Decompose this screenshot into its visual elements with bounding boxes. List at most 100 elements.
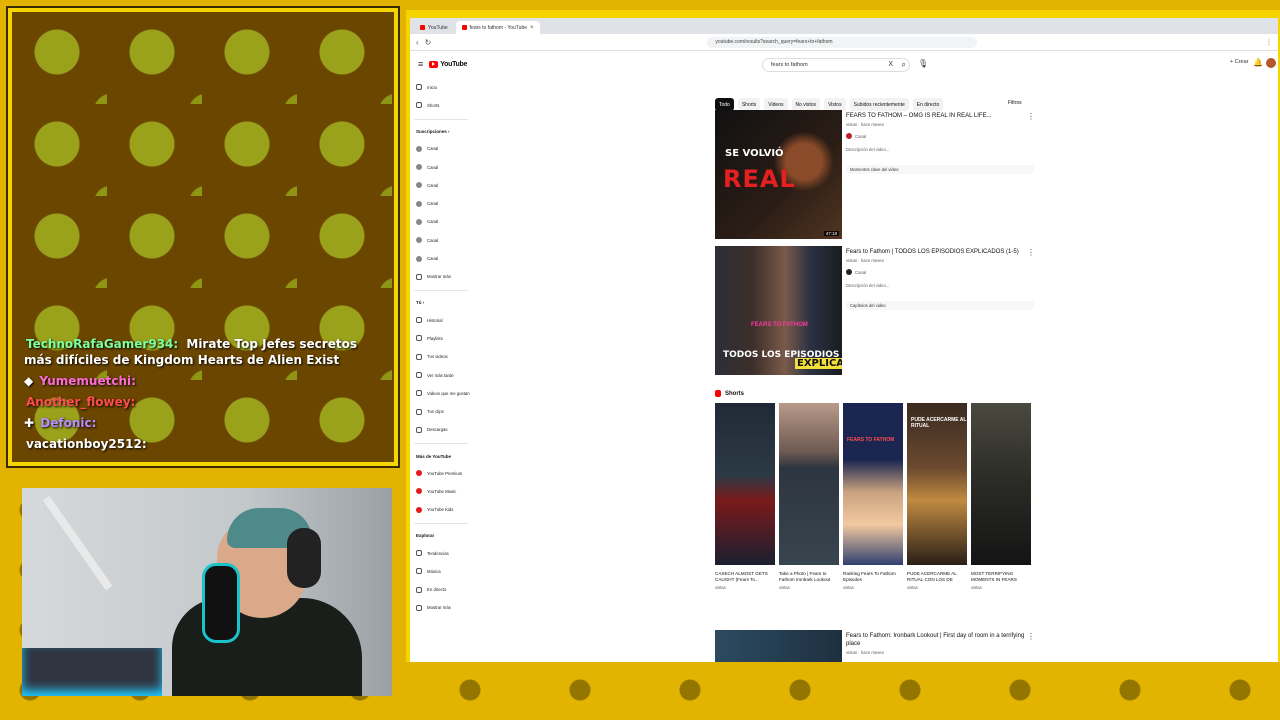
sidebar-item-your-videos[interactable]: Tus videos xyxy=(414,348,468,366)
short-title[interactable]: PUDE ACERCARME AL RITUAL CON LOS DE LA..… xyxy=(907,571,967,583)
filters-button[interactable]: Filtros xyxy=(1008,100,1022,106)
more-options-icon[interactable]: ⋮ xyxy=(1027,248,1035,257)
short-thumbnail[interactable] xyxy=(971,403,1031,565)
youtube-favicon-icon xyxy=(461,25,467,30)
short-item[interactable]: FEARS TO FATHOM Ranking Fears To Fathom … xyxy=(843,403,903,590)
sidebar-item-trending[interactable]: Tendencias xyxy=(414,544,468,562)
sidebar-item-home[interactable]: Inicio xyxy=(414,78,468,96)
chip-recently-uploaded[interactable]: Subidos recientemente xyxy=(849,98,909,111)
avatar[interactable] xyxy=(1266,58,1276,68)
video-title[interactable]: Fears to Fathom | TODOS LOS EPISODIOS EX… xyxy=(846,248,1034,256)
short-thumbnail[interactable]: PUDE ACERCARME AL RITUAL xyxy=(907,403,967,565)
short-title[interactable]: CASECH ALMOST GETS CAUGHT (Fears To... xyxy=(715,571,775,583)
short-thumbnail[interactable] xyxy=(715,403,775,565)
video-meta: vistas · hace meses xyxy=(846,650,884,655)
sidebar-item-music-explore[interactable]: Música xyxy=(414,562,468,580)
divider xyxy=(414,289,468,291)
video-info: Fears to Fathom | TODOS LOS EPISODIOS EX… xyxy=(846,248,1034,310)
clear-search-icon[interactable]: X xyxy=(888,61,893,68)
sidebar-item-watch-later[interactable]: Ver más tarde xyxy=(414,366,468,384)
chat-badge: ◆ xyxy=(24,374,34,388)
sidebar-item-liked[interactable]: Videos que me gustan xyxy=(414,384,470,402)
browser-menu-icon[interactable]: ⋮ xyxy=(1266,39,1272,46)
chat-message: vacationboy2512: xyxy=(24,436,384,452)
video-description: Descripción del video... xyxy=(846,147,890,152)
sidebar-item-live[interactable]: En directo xyxy=(414,581,468,599)
sidebar-item-label: Canal xyxy=(427,219,439,225)
sidebar-item-downloads[interactable]: Descargas xyxy=(414,421,468,439)
sidebar-item-subscription[interactable]: Canal xyxy=(414,213,468,231)
chip-live[interactable]: En directo xyxy=(912,98,944,111)
sidebar-item-subscription[interactable]: Canal xyxy=(414,158,468,176)
short-title[interactable]: Ranking Fears To Fathom Episodes xyxy=(843,571,903,583)
short-title[interactable]: Take a Photo | Fears to Fathom Ironbark … xyxy=(779,571,839,583)
reload-icon[interactable]: ↻ xyxy=(425,38,432,47)
chapters[interactable]: Capítulos del video xyxy=(846,301,1034,310)
tab-youtube[interactable]: YouTube xyxy=(414,21,454,34)
create-button[interactable]: + Crear xyxy=(1230,59,1249,65)
short-item[interactable]: CASECH ALMOST GETS CAUGHT (Fears To... v… xyxy=(715,403,775,590)
more-options-icon[interactable]: ⋮ xyxy=(1027,112,1035,121)
chat-username: Yumemuetchi: xyxy=(39,374,136,388)
hamburger-menu-icon[interactable]: ≡ xyxy=(418,59,423,69)
sidebar-show-more[interactable]: Mostrar más xyxy=(414,268,468,286)
more-options-icon[interactable]: ⋮ xyxy=(1027,632,1035,641)
short-item[interactable]: MOST TERRIFYING MOMENTS IN FEARS TO... v… xyxy=(971,403,1031,590)
video-meta: vistas · hace meses xyxy=(846,122,884,127)
sidebar-item-subscription[interactable]: Canal xyxy=(414,140,468,158)
key-moments[interactable]: Momentos clave del video xyxy=(846,165,1034,174)
subscriptions-heading[interactable]: Suscripciones › xyxy=(414,124,468,140)
video-thumbnail[interactable]: SE VOLVIÓ REAL 47:18 xyxy=(715,110,842,239)
sidebar-item-label: Canal xyxy=(427,146,439,152)
short-item[interactable]: PUDE ACERCARME AL RITUAL PUDE ACERCARME … xyxy=(907,403,967,590)
sidebar-item-label: Mostrar más xyxy=(427,605,451,611)
sidebar-item-playlists[interactable]: Playlists xyxy=(414,329,468,347)
sidebar-item-subscription[interactable]: Canal xyxy=(414,231,468,249)
live-icon xyxy=(416,586,422,593)
sidebar-item-shorts[interactable]: Shorts xyxy=(414,96,468,114)
you-heading[interactable]: Tú › xyxy=(414,295,468,311)
sidebar-item-subscription[interactable]: Canal xyxy=(414,176,468,194)
video-title[interactable]: Fears to Fathom: Ironbark Lookout | Firs… xyxy=(846,632,1034,648)
browser-window: YouTube fears to fathom - YouTube × ‹ ↻ … xyxy=(410,18,1278,662)
webcam-feed xyxy=(22,488,392,696)
shorts-icon xyxy=(715,390,721,397)
search-icon[interactable]: ⌕ xyxy=(902,60,906,70)
tab-search-results[interactable]: fears to fathom - YouTube × xyxy=(455,21,540,34)
video-title[interactable]: FEARS TO FATHOM – OMG IS REAL IN REAL LI… xyxy=(846,112,1034,120)
youtube-logo[interactable]: YouTube xyxy=(429,60,467,68)
short-item[interactable]: Take a Photo | Fears to Fathom Ironbark … xyxy=(779,403,839,590)
back-icon[interactable]: ‹ xyxy=(416,38,419,47)
sidebar-item-kids[interactable]: YouTube Kids xyxy=(414,501,468,519)
divider xyxy=(414,118,468,120)
sidebar-item-history[interactable]: Historial xyxy=(414,311,468,329)
sidebar-show-more[interactable]: Mostrar más xyxy=(414,599,468,617)
shorts-section-heading: Shorts xyxy=(715,390,744,397)
short-title[interactable]: MOST TERRIFYING MOMENTS IN FEARS TO... xyxy=(971,571,1031,583)
video-thumbnail[interactable] xyxy=(715,630,842,662)
sidebar-item-label: Tus clips xyxy=(427,409,444,415)
notifications-bell-icon[interactable]: 🔔 xyxy=(1253,58,1263,67)
sidebar-item-label: Mostrar más xyxy=(427,274,451,280)
short-thumbnail[interactable]: FEARS TO FATHOM xyxy=(843,403,903,565)
sidebar-item-label: Ver más tarde xyxy=(427,372,454,378)
sidebar-item-subscription[interactable]: Canal xyxy=(414,194,468,212)
video-thumbnail[interactable]: FEARS TO FATHOM TODOS LOS EPISODIOS EXPL… xyxy=(715,246,842,375)
close-icon[interactable]: × xyxy=(530,25,534,31)
search-input[interactable]: fears to fathom X ⌕ xyxy=(762,58,910,72)
video-icon xyxy=(416,353,422,360)
search-query: fears to fathom xyxy=(771,62,808,68)
sidebar-item-music[interactable]: YouTube Music xyxy=(414,482,468,500)
explore-heading: Explorar xyxy=(416,533,435,539)
voice-search-icon[interactable]: 🎙 xyxy=(918,59,928,68)
url-field[interactable]: youtube.com/results?search_query=fears+t… xyxy=(707,36,978,48)
history-icon xyxy=(416,317,422,324)
channel-row[interactable]: Canal xyxy=(846,133,1034,139)
channel-avatar xyxy=(416,182,422,189)
short-thumbnail[interactable] xyxy=(779,403,839,565)
channel-row[interactable]: Canal xyxy=(846,269,1034,275)
sidebar-item-premium[interactable]: YouTube Premium xyxy=(414,464,468,482)
sidebar-item-clips[interactable]: Tus clips xyxy=(414,402,468,420)
chat-username: TechnoRafaGamer934: xyxy=(26,337,179,351)
sidebar-item-subscription[interactable]: Canal xyxy=(414,249,468,267)
